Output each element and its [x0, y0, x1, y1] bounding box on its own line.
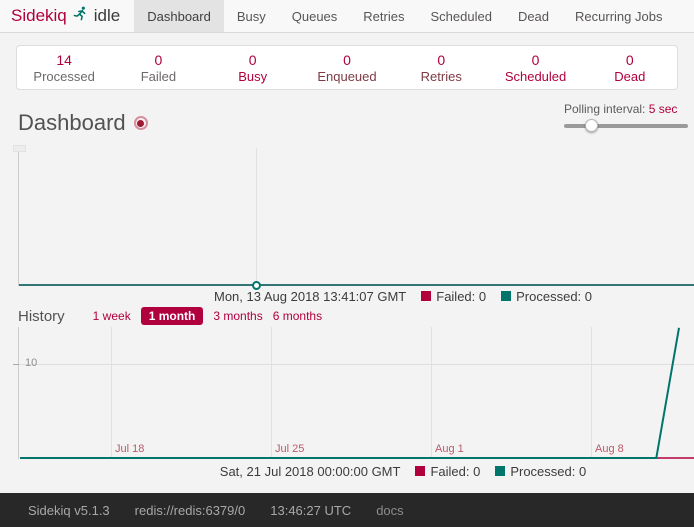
stat-scheduled-value: 0 [488, 53, 582, 68]
stat-scheduled-link[interactable]: Scheduled [505, 69, 566, 84]
range-6-months[interactable]: 6 months [273, 309, 322, 323]
stat-retries-link[interactable]: Retries [421, 69, 462, 84]
stat-enqueued: 0 Enqueued [300, 53, 394, 82]
tab-busy[interactable]: Busy [224, 0, 279, 32]
stat-scheduled: 0 Scheduled [488, 53, 582, 82]
stat-busy: 0 Busy [206, 53, 300, 82]
tab-queues[interactable]: Queues [279, 0, 351, 32]
realtime-legend-failed: Failed: 0 [421, 289, 486, 304]
footer-docs-link[interactable]: docs [376, 503, 403, 518]
polling-slider-thumb[interactable] [585, 119, 598, 132]
history-ranges: 1 week 1 month 3 months 6 months [93, 307, 322, 325]
stat-retries: 0 Retries [394, 53, 488, 82]
history-legend: Sat, 21 Jul 2018 00:00:00 GMT Failed: 0 … [0, 463, 694, 479]
stat-processed: 14 Processed [17, 53, 111, 82]
realtime-legend: Mon, 13 Aug 2018 13:41:07 GMT Failed: 0 … [0, 288, 694, 304]
stat-enqueued-value: 0 [300, 53, 394, 68]
navbar: Sidekiq idle Dashboard Busy Queues Retri… [0, 0, 694, 33]
realtime-chart [18, 148, 694, 286]
footer-redis-url: redis://redis:6379/0 [135, 503, 246, 518]
stat-dead: 0 Dead [583, 53, 677, 82]
stat-processed-label: Processed [33, 69, 94, 84]
dashboard-header: Dashboard Polling interval: 5 sec [18, 102, 676, 140]
realtime-legend-processed: Processed: 0 [501, 289, 592, 304]
processed-swatch-icon [495, 466, 505, 476]
status-text: idle [94, 6, 120, 26]
history-chart: 10 Jul 18 Jul 25 Aug 1 Aug 8 [18, 327, 694, 459]
footer-version: Sidekiq v5.1.3 [28, 503, 110, 518]
range-1-week[interactable]: 1 week [93, 309, 131, 323]
page-title: Dashboard [18, 110, 148, 136]
history-chart-lines [19, 327, 694, 459]
history-legend-time: Sat, 21 Jul 2018 00:00:00 GMT [220, 464, 401, 479]
failed-swatch-icon [421, 291, 431, 301]
stat-busy-value: 0 [206, 53, 300, 68]
stat-failed-label: Failed [141, 69, 176, 84]
brand-name: Sidekiq [11, 6, 67, 26]
stat-dead-value: 0 [583, 53, 677, 68]
history-title: History [18, 308, 65, 325]
stat-dead-link[interactable]: Dead [614, 69, 645, 84]
polling-interval-slider[interactable] [564, 124, 688, 128]
tab-dashboard[interactable]: Dashboard [134, 0, 224, 32]
realtime-legend-time: Mon, 13 Aug 2018 13:41:07 GMT [214, 289, 406, 304]
footer: Sidekiq v5.1.3 redis://redis:6379/0 13:4… [0, 493, 694, 527]
stat-busy-link[interactable]: Busy [238, 69, 267, 84]
realtime-chart-lines [19, 148, 694, 286]
stat-retries-value: 0 [394, 53, 488, 68]
range-1-month[interactable]: 1 month [141, 307, 204, 325]
tab-retries[interactable]: Retries [350, 0, 417, 32]
live-poll-beacon-icon [134, 116, 148, 130]
polling-value: 5 sec [649, 102, 678, 116]
stat-enqueued-link[interactable]: Enqueued [317, 69, 376, 84]
nav-tabs: Dashboard Busy Queues Retries Scheduled … [134, 0, 675, 32]
stats-summary-card: 14 Processed 0 Failed 0 Busy 0 Enqueued … [16, 45, 678, 90]
runner-icon [73, 5, 88, 27]
processed-swatch-icon [501, 291, 511, 301]
polling-control: Polling interval: 5 sec [564, 102, 688, 128]
stat-failed: 0 Failed [111, 53, 205, 82]
stat-processed-value: 14 [17, 53, 111, 68]
page-title-text: Dashboard [18, 110, 126, 136]
range-3-months[interactable]: 3 months [213, 309, 262, 323]
tab-dead[interactable]: Dead [505, 0, 562, 32]
tab-scheduled[interactable]: Scheduled [417, 0, 504, 32]
history-legend-failed: Failed: 0 [415, 464, 480, 479]
failed-swatch-icon [415, 466, 425, 476]
stat-failed-value: 0 [111, 53, 205, 68]
brand-link[interactable]: Sidekiq idle [0, 0, 130, 32]
polling-label: Polling interval: 5 sec [564, 102, 688, 116]
history-header: History 1 week 1 month 3 months 6 months [18, 307, 694, 325]
history-legend-processed: Processed: 0 [495, 464, 586, 479]
tab-recurring-jobs[interactable]: Recurring Jobs [562, 0, 675, 32]
footer-time: 13:46:27 UTC [270, 503, 351, 518]
